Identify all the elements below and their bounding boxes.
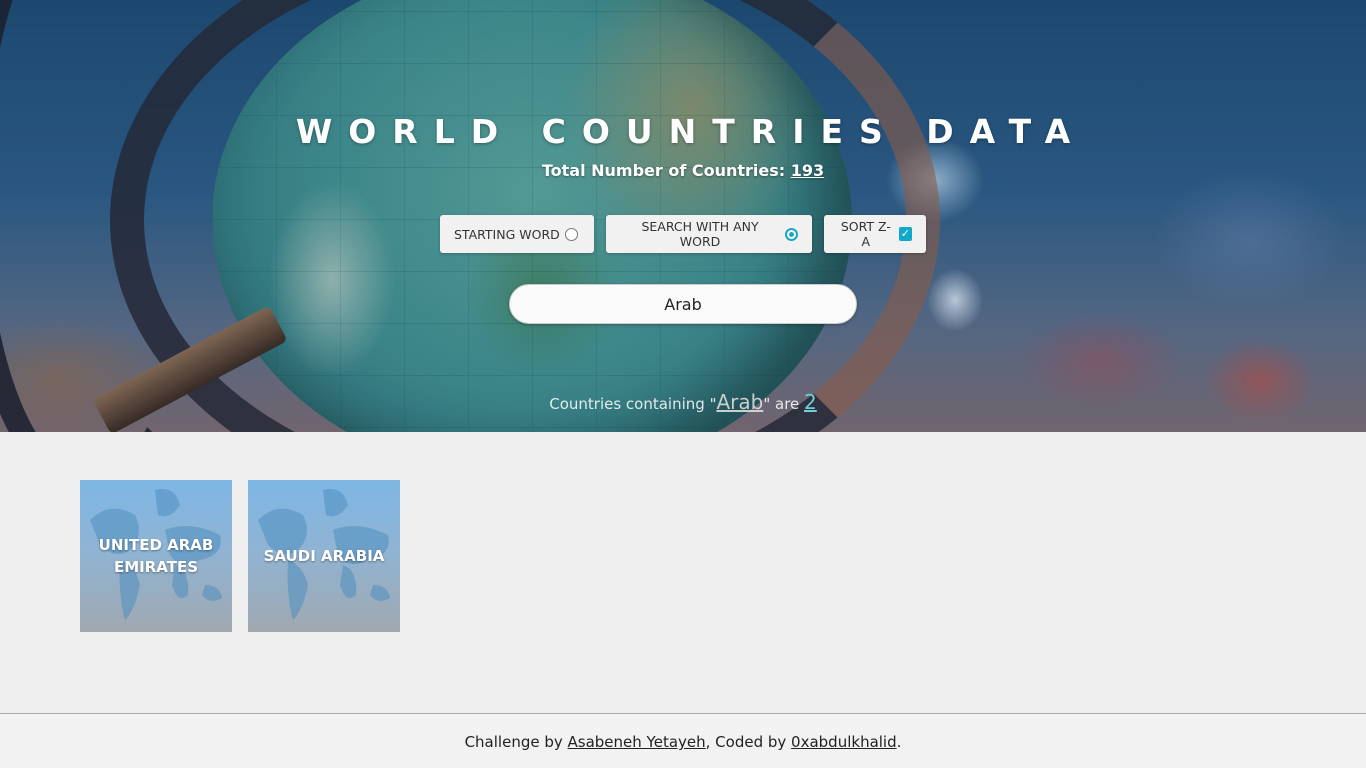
search-result-summary: Countries containing "Arab" are 2 (0, 390, 1366, 414)
country-name: SAUDI ARABIA (263, 547, 385, 565)
country-card-grid: UNITED ARAB EMIRATES SAUDI ARABIA (80, 480, 400, 632)
sort-z-a-label: SORT Z-A (840, 219, 891, 249)
coder-link[interactable]: 0xabdulkhalid (791, 733, 897, 751)
sort-checkbox-icon[interactable]: ✓ (898, 227, 912, 241)
any-word-radio-icon[interactable] (785, 227, 798, 241)
footer-prefix: Challenge by (464, 733, 568, 751)
footer-suffix: . (896, 733, 902, 751)
footer: Challenge by Asabeneh Yetayeh, Coded by … (0, 713, 1366, 768)
country-card[interactable]: SAUDI ARABIA (248, 480, 400, 632)
search-input[interactable] (509, 284, 857, 324)
starting-word-radio-icon[interactable] (564, 227, 578, 241)
country-name: UNITED ARAB EMIRATES (98, 536, 214, 576)
hero-content: WORLD COUNTRIES DATA Total Number of Cou… (0, 0, 1366, 432)
total-countries-label: Total Number of Countries: (541, 161, 791, 180)
result-middle: " are (763, 395, 805, 413)
result-query: Arab (716, 390, 764, 414)
total-countries-count: 193 (790, 161, 825, 180)
country-card[interactable]: UNITED ARAB EMIRATES (80, 480, 232, 632)
page-title: WORLD COUNTRIES DATA (295, 112, 1087, 151)
starting-word-button[interactable]: STARTING WORD (440, 215, 594, 253)
result-count: 2 (804, 390, 817, 414)
sort-z-a-button[interactable]: SORT Z-A ✓ (824, 215, 926, 253)
search-options: STARTING WORD SEARCH WITH ANY WORD SORT … (0, 215, 1366, 253)
total-countries: Total Number of Countries: 193 (0, 161, 1366, 180)
any-word-button[interactable]: SEARCH WITH ANY WORD (606, 215, 812, 253)
hero-banner: WORLD COUNTRIES DATA Total Number of Cou… (0, 0, 1366, 432)
footer-middle: , Coded by (705, 733, 792, 751)
starting-word-label: STARTING WORD (454, 226, 560, 242)
result-prefix: Countries containing " (549, 395, 717, 413)
author-link[interactable]: Asabeneh Yetayeh (568, 733, 706, 751)
any-word-label: SEARCH WITH ANY WORD (641, 219, 759, 249)
